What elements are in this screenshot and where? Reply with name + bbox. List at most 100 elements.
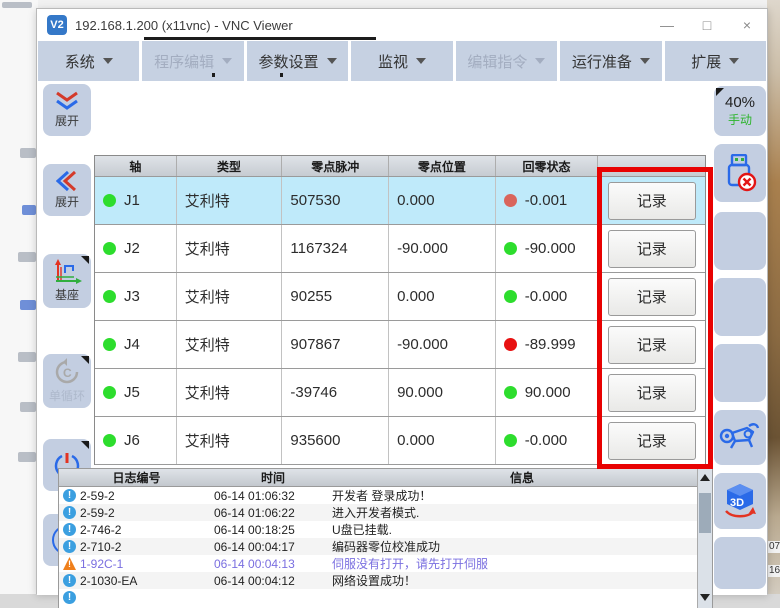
home-status-dot — [504, 242, 517, 255]
home-value: -90.000 — [525, 240, 576, 257]
record-button[interactable]: 记录 — [608, 374, 696, 412]
remote-screen-edge-fragment — [144, 37, 376, 40]
right-tool-button-empty[interactable] — [714, 212, 766, 270]
log-message: 伺服没有打开，请先打开伺服 — [332, 555, 712, 572]
usb-unmount-button[interactable] — [714, 144, 766, 202]
zero-pulse: -39746 — [282, 369, 389, 416]
log-row[interactable]: 2-1030-EA 06-14 00:04:12 网络设置成功！ — [59, 572, 712, 589]
table-row-j5[interactable]: J5 艾利特 -39746 90.000 90.000 记录 — [95, 369, 705, 417]
record-button[interactable]: 记录 — [608, 278, 696, 316]
minimize-button[interactable]: — — [647, 10, 687, 40]
log-time: 06-14 00:04:12 — [214, 574, 332, 588]
log-row-partial — [59, 589, 712, 606]
expand-down-button[interactable]: 展开 — [43, 84, 91, 136]
table-row-j6[interactable]: J6 艾利特 935600 0.000 -0.000 记录 — [95, 417, 705, 465]
zero-position: -90.000 — [389, 321, 496, 368]
home-status-dot — [504, 290, 517, 303]
axis-status-dot — [103, 434, 116, 447]
right-tool-button-empty[interactable] — [714, 344, 766, 402]
menubar: 系统 程序编辑 参数设置 监视 编辑指令 运行准备 扩展 — [37, 41, 767, 81]
right-tool-button-empty[interactable] — [714, 537, 766, 589]
double-chevron-left-icon — [56, 170, 78, 192]
single-cycle-button[interactable]: C 单循环 — [43, 354, 91, 408]
log-col-time: 时间 — [214, 469, 332, 486]
3d-cube-icon: 3D — [720, 481, 760, 521]
log-time: 06-14 00:18:25 — [214, 523, 332, 537]
zero-pulse: 1167324 — [282, 225, 389, 272]
record-button[interactable]: 记录 — [608, 230, 696, 268]
close-button[interactable]: × — [727, 10, 767, 40]
axis-name: J2 — [124, 240, 140, 257]
drag-teach-button[interactable] — [714, 410, 766, 465]
vnc-viewer-window: V2 192.168.1.200 (x11vnc) - VNC Viewer —… — [36, 8, 768, 594]
log-row[interactable]: 2-59-2 06-14 01:06:32 开发者 登录成功！ — [59, 487, 712, 504]
home-value: -0.001 — [525, 192, 568, 209]
col-type: 类型 — [177, 156, 283, 176]
log-id: 2-1030-EA — [80, 574, 214, 588]
menu-monitor[interactable]: 监视 — [351, 41, 452, 81]
record-button[interactable]: 记录 — [608, 422, 696, 460]
table-header: 轴 类型 零点脉冲 零点位置 回零状态 — [95, 156, 705, 177]
home-status-dot — [504, 386, 517, 399]
home-value: -0.000 — [525, 432, 568, 449]
axis-name: J3 — [124, 288, 140, 305]
screen-fragment — [212, 73, 215, 77]
log-time: 06-14 00:04:17 — [214, 540, 332, 554]
dropdown-caret-icon — [416, 58, 426, 64]
axis-status-dot — [103, 386, 116, 399]
base-frame-button[interactable]: 基座 — [43, 254, 91, 308]
menu-extension[interactable]: 扩展 — [665, 41, 766, 81]
main-content: 展开 展开 基座 — [37, 81, 767, 595]
menu-label: 运行准备 — [572, 51, 632, 72]
log-row[interactable]: 2-59-2 06-14 01:06:22 进入开发者模式. — [59, 504, 712, 521]
3d-view-button[interactable]: 3D — [714, 473, 766, 529]
axis-type: 艾利特 — [177, 321, 283, 368]
menu-run-prepare[interactable]: 运行准备 — [560, 41, 661, 81]
menu-label: 编辑指令 — [467, 51, 527, 72]
axis-type: 艾利特 — [177, 177, 283, 224]
vnc-logo-icon: V2 — [47, 15, 67, 35]
zero-position: 0.000 — [389, 177, 496, 224]
desktop-right-fragments: 07 16 — [767, 0, 780, 608]
log-scrollbar[interactable] — [697, 469, 712, 608]
maximize-button[interactable]: □ — [687, 10, 727, 40]
dropdown-caret-icon — [729, 58, 739, 64]
record-button[interactable]: 记录 — [608, 182, 696, 220]
expand-left-button[interactable]: 展开 — [43, 164, 91, 216]
col-record — [598, 156, 705, 176]
zero-pulse: 935600 — [282, 417, 389, 464]
zero-pulse: 507530 — [282, 177, 389, 224]
col-zero-position: 零点位置 — [389, 156, 496, 176]
log-id: 2-710-2 — [80, 540, 214, 554]
log-id: 2-59-2 — [80, 489, 214, 503]
log-row[interactable]: 2-710-2 06-14 00:04:17 编码器零位校准成功 — [59, 538, 712, 555]
svg-text:3D: 3D — [730, 497, 744, 509]
record-button[interactable]: 记录 — [608, 326, 696, 364]
log-row[interactable]: 2-746-2 06-14 00:18:25 U盘已挂载. — [59, 521, 712, 538]
dropdown-caret-icon — [640, 58, 650, 64]
zero-position: 90.000 — [389, 369, 496, 416]
menu-parameter-settings[interactable]: 参数设置 — [247, 41, 348, 81]
log-time: 06-14 01:06:22 — [214, 506, 332, 520]
col-axis: 轴 — [95, 156, 177, 176]
scrollbar-thumb[interactable] — [699, 493, 711, 533]
speed-mode-button[interactable]: 40% 手动 — [714, 86, 766, 136]
log-message: 进入开发者模式. — [332, 504, 712, 521]
table-row-j2[interactable]: J2 艾利特 1167324 -90.000 -90.000 记录 — [95, 225, 705, 273]
log-row-warning[interactable]: 1-92C-1 06-14 00:04:13 伺服没有打开，请先打开伺服 — [59, 555, 712, 572]
scroll-up-icon[interactable] — [698, 470, 712, 485]
info-icon — [63, 489, 76, 502]
log-time: 06-14 01:06:32 — [214, 489, 332, 503]
menu-label: 扩展 — [691, 51, 721, 72]
table-row-j4[interactable]: J4 艾利特 907867 -90.000 -89.999 记录 — [95, 321, 705, 369]
table-row-j1[interactable]: J1 艾利特 507530 0.000 -0.001 记录 — [95, 177, 705, 225]
scroll-down-icon[interactable] — [698, 590, 712, 605]
menu-system[interactable]: 系统 — [38, 41, 139, 81]
right-tool-button-empty[interactable] — [714, 278, 766, 336]
log-col-id: 日志编号 — [59, 469, 214, 486]
log-header: 日志编号 时间 信息 — [59, 469, 712, 487]
table-row-j3[interactable]: J3 艾利特 90255 0.000 -0.000 记录 — [95, 273, 705, 321]
col-zero-pulse: 零点脉冲 — [282, 156, 389, 176]
log-id: 2-746-2 — [80, 523, 214, 537]
home-value: -89.999 — [525, 336, 576, 353]
